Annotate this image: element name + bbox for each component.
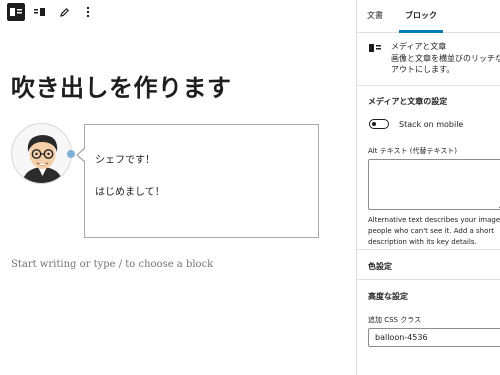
tab-block[interactable]: ブロック (399, 10, 443, 33)
pencil-edit-icon (59, 7, 69, 17)
block-toolbar (0, 0, 356, 24)
block-card-description-line: アウトにします。 (391, 65, 455, 74)
settings-sidebar: 文書 ブロック メディアと文章 画像と文章を横並びのリッチな アウトにします。 … (356, 0, 500, 375)
alt-text-help-line: people who can't see it. Add a short (368, 227, 494, 235)
more-vertical-icon (86, 6, 90, 18)
stack-on-mobile-label[interactable]: Stack on mobile (399, 120, 463, 129)
toggle-knob (372, 122, 376, 126)
css-class-label: 追加 CSS クラス (368, 316, 422, 324)
avatar[interactable] (11, 123, 72, 184)
block-placeholder[interactable]: Start writing or type / to choose a bloc… (11, 259, 213, 270)
alt-text-field[interactable] (368, 159, 500, 210)
block-card-description-line: 画像と文章を横並びのリッチな (391, 54, 500, 63)
align-media-button[interactable] (31, 3, 49, 21)
css-class-input[interactable]: balloon-4536 (368, 328, 500, 347)
post-title[interactable]: 吹き出しを作ります (11, 68, 232, 103)
block-card: メディアと文章 画像と文章を横並びのリッチな アウトにします。 (357, 33, 500, 86)
edit-media-button[interactable] (55, 3, 73, 21)
editor-canvas: 吹き出しを作ります シェフです！ はじめまして！ Start writing o… (0, 0, 356, 375)
alt-text-help-line: Alternative text describes your image (368, 216, 500, 224)
more-options-button[interactable] (79, 3, 97, 21)
chef-avatar-illustration (12, 124, 71, 183)
balloon-line[interactable]: はじめまして！ (95, 185, 318, 201)
balloon-line[interactable]: シェフです！ (95, 153, 318, 169)
media-text-settings-panel: メディアと文章の設定 Stack on mobile Alt テキスト (代替テ… (357, 86, 500, 250)
sidebar-tabs: 文書 ブロック (357, 0, 500, 33)
advanced-settings-panel: 高度な設定 追加 CSS クラス balloon-4536 (357, 280, 500, 360)
alt-text-help-line: description with its key details. (368, 238, 477, 246)
panel-title-color[interactable]: 色設定 (368, 261, 392, 272)
speech-balloon[interactable]: シェフです！ はじめまして！ (76, 124, 319, 238)
block-card-title: メディアと文章 (391, 42, 447, 51)
block-card-description: 画像と文章を横並びのリッチな アウトにします。 (391, 53, 500, 75)
balloon-connector-dot (67, 150, 75, 158)
media-text-block-button[interactable] (7, 3, 25, 21)
panel-title-settings[interactable]: メディアと文章の設定 (368, 96, 447, 107)
stack-on-mobile-toggle[interactable] (369, 119, 389, 129)
panel-title-advanced[interactable]: 高度な設定 (368, 291, 408, 302)
tab-document[interactable]: 文書 (367, 10, 383, 32)
color-settings-panel[interactable]: 色設定 (357, 250, 500, 280)
alt-text-help: Alternative text describes your image pe… (368, 215, 500, 248)
alt-text-label: Alt テキスト (代替テキスト) (368, 147, 457, 155)
media-text-block-icon (369, 44, 381, 52)
media-text-block-icon (10, 8, 22, 16)
align-left-media-icon (34, 8, 45, 16)
